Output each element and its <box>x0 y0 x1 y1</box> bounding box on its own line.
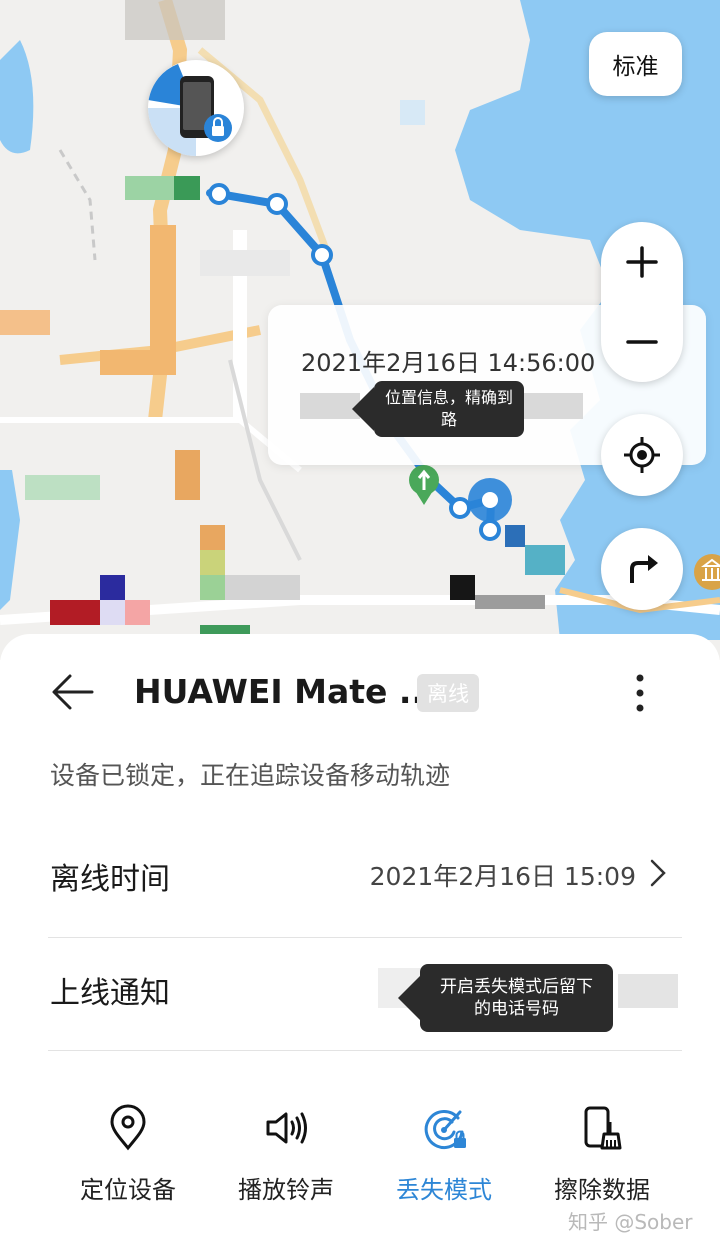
zoom-controls <box>601 222 683 382</box>
more-vertical-icon <box>636 674 644 712</box>
offline-time-label: 离线时间 <box>50 862 170 897</box>
back-button[interactable] <box>48 670 98 720</box>
my-location-button[interactable] <box>601 414 683 496</box>
redacted-label <box>50 600 100 625</box>
redacted-label <box>125 600 150 625</box>
navigate-button[interactable] <box>601 528 683 610</box>
play-sound-button[interactable]: 播放铃声 <box>206 1104 366 1214</box>
locate-device-label: 定位设备 <box>80 1176 176 1204</box>
speaker-icon <box>266 1112 307 1144</box>
redacted-label <box>400 100 425 125</box>
offline-time-row[interactable]: 离线时间 2021年2月16日 15:09 <box>48 824 682 936</box>
route-arrow-icon <box>630 555 658 583</box>
erase-data-button[interactable]: 擦除数据 <box>522 1104 682 1214</box>
map-style-button[interactable]: 标准 <box>589 32 682 96</box>
redacted-address <box>523 393 583 419</box>
redacted-label <box>174 176 200 200</box>
device-name: HUAWEI Mate ... <box>134 672 437 711</box>
lost-mode-button[interactable]: 丢失模式 <box>364 1104 524 1214</box>
redacted-label <box>225 575 300 600</box>
redacted-label <box>200 250 290 276</box>
status-badge: 离线 <box>417 674 479 712</box>
phone-number-tooltip: 开启丢失模式后留下的电话号码 <box>398 964 613 1032</box>
arrow-left-icon <box>52 674 94 710</box>
redacted-label <box>175 450 200 500</box>
lost-mode-radar-icon <box>424 1110 466 1149</box>
device-location-marker[interactable] <box>148 60 244 156</box>
chevron-right-icon <box>650 859 666 887</box>
redacted-label <box>200 525 225 550</box>
redacted-label <box>125 0 225 40</box>
redacted-label <box>200 575 225 600</box>
lost-mode-label: 丢失模式 <box>396 1176 492 1204</box>
device-detail-sheet: HUAWEI Mate ... 离线 设备已锁定，正在追踪设备移动轨迹 离线时间… <box>0 634 720 1250</box>
location-pin-icon <box>110 1104 146 1151</box>
redacted-label <box>100 575 125 600</box>
redacted-label <box>0 310 50 335</box>
zoom-in-button[interactable] <box>601 222 683 302</box>
map-view[interactable]: 2021年2月16日 14:56:00 位置信息，精确到路 标准 <box>0 0 720 660</box>
location-timestamp: 2021年2月16日 14:56:00 <box>301 349 596 377</box>
redacted-label <box>475 595 545 609</box>
divider <box>48 1050 682 1051</box>
minus-icon <box>626 340 658 344</box>
redacted-label <box>525 545 565 575</box>
plus-icon <box>626 246 658 278</box>
redacted-label <box>25 475 100 500</box>
erase-phone-icon <box>584 1106 622 1150</box>
redacted-label <box>100 600 125 625</box>
redacted-label <box>505 525 525 547</box>
locate-device-button[interactable]: 定位设备 <box>48 1104 208 1214</box>
device-status-text: 设备已锁定，正在追踪设备移动轨迹 <box>50 761 451 790</box>
redacted-address <box>300 393 360 419</box>
locked-phone-icon <box>148 64 232 156</box>
zoom-out-button[interactable] <box>601 302 683 382</box>
redacted-label <box>100 350 175 375</box>
play-sound-label: 播放铃声 <box>238 1176 334 1204</box>
online-notify-label: 上线通知 <box>50 976 170 1011</box>
watermark: 知乎 @Sober <box>568 1210 693 1234</box>
redacted-phone-number <box>618 974 678 1008</box>
erase-data-label: 擦除数据 <box>554 1176 650 1204</box>
crosshair-icon <box>624 437 660 473</box>
offline-time-value: 2021年2月16日 15:09 <box>369 862 636 891</box>
location-precision-tooltip: 位置信息，精确到路 <box>352 381 524 437</box>
redacted-label <box>200 550 225 575</box>
more-options-button[interactable] <box>620 672 660 714</box>
redacted-label <box>450 575 475 600</box>
